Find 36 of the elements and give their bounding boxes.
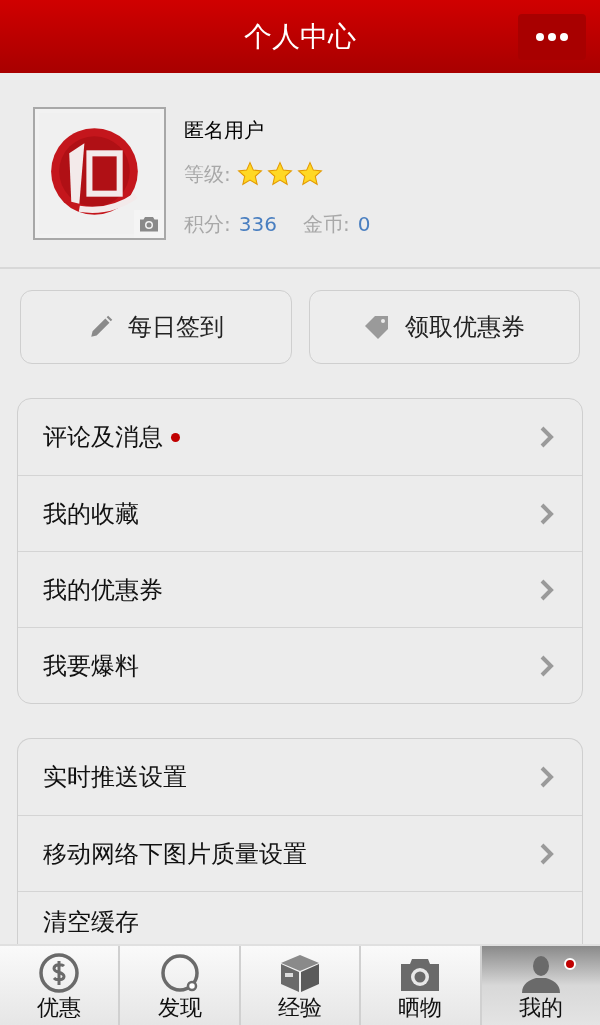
- tab[interactable]: 经验: [238, 946, 360, 1025]
- tab[interactable]: 优惠: [0, 946, 119, 1025]
- tab[interactable]: 发现: [118, 946, 239, 1025]
- menu-label: 我要爆料: [43, 650, 139, 682]
- menu-item[interactable]: 我要爆料: [18, 627, 582, 703]
- action-button[interactable]: 领取优惠券: [308, 290, 580, 364]
- page-title: 个人中心: [244, 18, 356, 55]
- menu-item[interactable]: 我的收藏: [18, 475, 582, 551]
- coins-label: 金币:: [302, 211, 350, 238]
- coins-value: 0: [357, 211, 371, 238]
- points-label: 积分:: [184, 211, 231, 238]
- menu-item[interactable]: 我的优惠券: [18, 551, 582, 627]
- menu-label: 清空缓存: [43, 907, 139, 938]
- menu-label: 移动网络下图片质量设置: [43, 838, 307, 870]
- magnifier-icon: [158, 953, 201, 993]
- menu-label: 我的收藏: [43, 498, 139, 530]
- action-button[interactable]: 每日签到: [20, 290, 292, 364]
- more-button[interactable]: [518, 14, 586, 60]
- box-icon: [279, 953, 321, 993]
- menu-label: 实时推送设置: [43, 762, 187, 793]
- points-value: 336: [238, 211, 277, 238]
- user-name: 匿名用户: [184, 117, 265, 143]
- dollar-icon: [38, 953, 81, 993]
- tab[interactable]: 晒物: [359, 946, 480, 1025]
- menu-label: 我的优惠券: [43, 574, 163, 606]
- camera-icon[interactable]: [139, 216, 159, 232]
- more-icon: [536, 33, 568, 41]
- menu-item[interactable]: 实时推送设置: [18, 739, 582, 815]
- level-label: 等级:: [184, 161, 231, 188]
- avatar[interactable]: [33, 107, 166, 240]
- person-icon: [519, 953, 562, 993]
- menu-item[interactable]: 评论及消息: [18, 399, 582, 475]
- menu-item[interactable]: 移动网络下图片质量设置: [18, 815, 582, 891]
- tab[interactable]: 我的: [479, 946, 600, 1025]
- menu-label: 评论及消息: [43, 422, 163, 453]
- camera-icon: [399, 957, 442, 993]
